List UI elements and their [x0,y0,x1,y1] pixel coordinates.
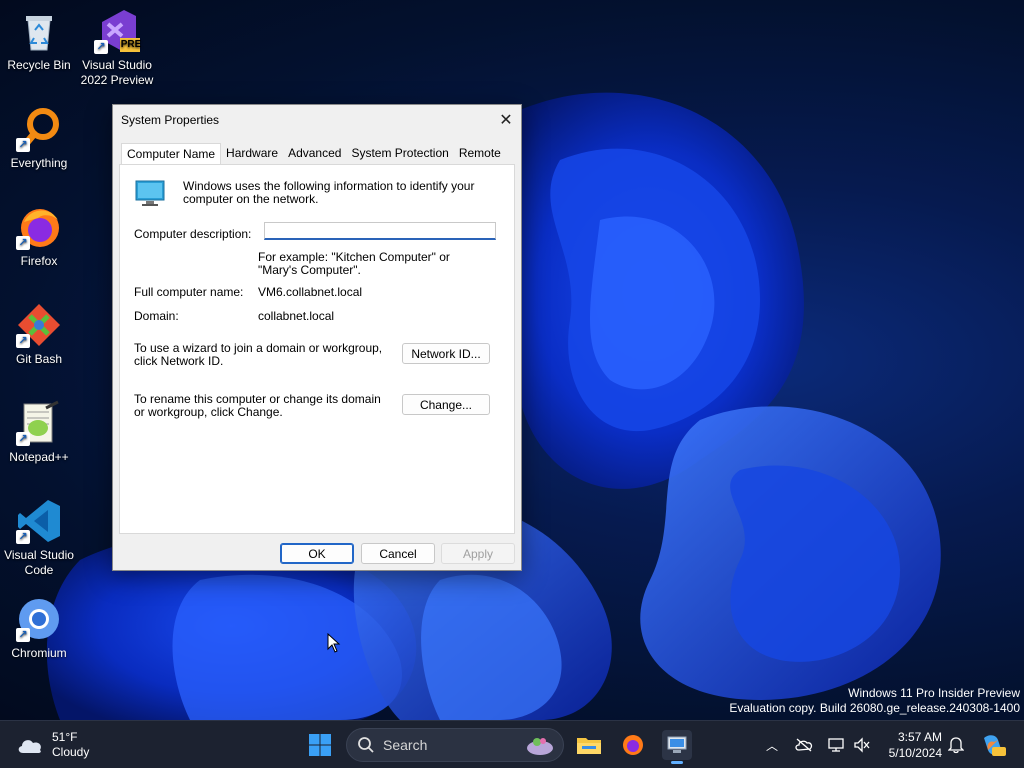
system-properties-icon [667,736,687,753]
windows-watermark: Windows 11 Pro Insider Preview Evaluatio… [729,686,1020,716]
full-name-value: VM6.collabnet.local [258,285,363,299]
bell-icon [948,737,964,754]
domain-label: Domain: [134,309,179,323]
desktop-icon-label: Recycle Bin [7,58,71,72]
shortcut-arrow-icon: ↗ [16,334,30,348]
desktop-icon-label: Visual Studio 2022 Preview [80,58,154,87]
watermark-line-2: Evaluation copy. Build 26080.ge_release.… [729,701,1020,715]
search-icon [358,737,374,753]
network-tray-button[interactable] [826,735,846,755]
volume-muted-icon [854,737,870,753]
weather-widget[interactable]: 51°F Cloudy [16,730,89,760]
shortcut-arrow-icon: ↗ [16,432,30,446]
notifications-button[interactable] [946,735,966,755]
firefox-taskbar-button[interactable] [618,730,648,760]
wizard-text: To use a wizard to join a domain or work… [134,341,383,368]
file-explorer-icon [577,738,601,754]
firefox-icon [623,735,643,755]
desktop-icon-label: Visual Studio Code [4,548,74,577]
firefox-icon: ↗ [16,204,62,250]
vscode-icon: ↗ [16,498,62,544]
cloud-offline-icon [795,738,813,752]
tab-remote[interactable]: Remote [454,143,506,165]
apply-button[interactable]: Apply [441,543,515,564]
cancel-button[interactable]: Cancel [361,543,435,564]
cloud-icon [18,740,41,753]
clock-date: 5/10/2024 [888,746,942,760]
close-icon: ✕ [499,112,513,129]
shortcut-arrow-icon: ↗ [16,628,30,642]
domain-value: collabnet.local [258,309,335,323]
shortcut-arrow-icon: ↗ [16,138,30,152]
desktop-icon-notepad-plus-plus[interactable]: ↗ Notepad++ [1,400,77,465]
watermark-line-1: Windows 11 Pro Insider Preview [848,686,1020,700]
chromium-icon: ↗ [16,596,62,642]
desktop-icon-git-bash[interactable]: ↗ Git Bash [1,302,77,367]
monitor-icon [134,179,166,207]
desktop-icon-chromium[interactable]: ↗ Chromium [1,596,77,661]
weather-temp: 51°F [52,730,78,744]
desktop-icon-label: Everything [10,156,68,170]
desktop-icon-everything[interactable]: ↗ Everything [1,106,77,171]
preview-badge: PRE [120,39,142,50]
desktop-icon-label: Notepad++ [9,450,69,464]
close-button[interactable]: ✕ [491,105,521,135]
desktop-icon-label: Firefox [20,254,58,268]
intro-text: Windows uses the following information t… [183,179,475,206]
desktop-icon-recycle-bin[interactable]: Recycle Bin [1,8,77,73]
network-id-button[interactable]: Network ID... [402,343,490,364]
active-app-indicator [671,761,683,764]
system-properties-dialog: System Properties ✕ Computer Name Hardwa… [112,104,522,571]
everything-search-icon: ↗ [16,106,62,152]
taskbar-search-box[interactable]: Search [346,728,564,762]
clock-time: 3:57 AM [897,730,942,744]
recycle-bin-icon [16,8,62,54]
mouse-cursor-icon [327,633,341,653]
tab-computer-name[interactable]: Computer Name [121,143,222,166]
dialog-title: System Properties [121,113,220,127]
volume-tray-button[interactable] [852,735,872,755]
copilot-button[interactable] [980,732,1006,758]
rename-text: To rename this computer or change its do… [134,392,381,419]
copilot-icon [984,735,1006,756]
show-hidden-icons-button[interactable]: ︿ [762,735,782,755]
visual-studio-icon: PRE ↗ [94,8,142,54]
onedrive-tray-button[interactable] [794,735,814,755]
shortcut-arrow-icon: ↗ [94,40,108,54]
change-button[interactable]: Change... [402,394,490,415]
tab-strip: Computer Name Hardware Advanced System P… [121,143,506,166]
ok-button[interactable]: OK [280,543,354,564]
taskbar: 51°F Cloudy Search ︿ 3:57 AM 5/10/2024 [0,720,1024,768]
tab-system-protection[interactable]: System Protection [346,143,453,165]
git-bash-icon: ↗ [16,302,62,348]
desktop-icon-firefox[interactable]: ↗ Firefox [1,204,77,269]
desktop-icon-vscode[interactable]: ↗ Visual Studio Code [1,498,77,578]
search-highlight-icon [527,738,553,755]
computer-name-panel: Windows uses the following information t… [119,164,515,534]
chevron-up-icon: ︿ [765,738,778,753]
full-name-label: Full computer name: [134,285,244,299]
desktop-icon-visual-studio[interactable]: PRE ↗ Visual Studio 2022 Preview [79,8,155,88]
tab-advanced[interactable]: Advanced [283,143,346,165]
system-properties-taskbar-button[interactable] [662,730,692,764]
network-icon [828,738,844,752]
desktop-icon-label: Chromium [11,646,67,660]
computer-description-input[interactable] [264,222,496,240]
search-placeholder: Search [383,737,428,753]
example-text: For example: "Kitchen Computer" or "Mary… [258,250,450,277]
tab-hardware[interactable]: Hardware [221,143,283,165]
shortcut-arrow-icon: ↗ [16,530,30,544]
weather-condition: Cloudy [52,745,90,759]
file-explorer-button[interactable] [574,730,604,760]
shortcut-arrow-icon: ↗ [16,236,30,250]
clock[interactable]: 3:57 AM 5/10/2024 [880,729,942,761]
start-button[interactable] [308,733,332,757]
description-label: Computer description: [134,227,252,241]
desktop-icon-label: Git Bash [15,352,63,366]
notepad-plus-plus-icon: ↗ [16,400,62,446]
